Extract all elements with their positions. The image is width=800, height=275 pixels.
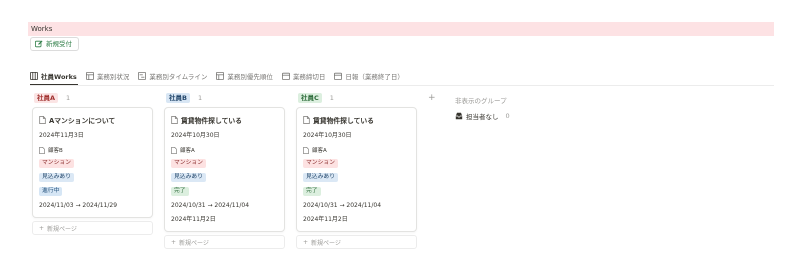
add-group-button[interactable]: +	[428, 93, 436, 103]
page-title: Works	[28, 22, 774, 36]
column-count: 1	[66, 93, 71, 102]
card-title: 賃貸物件探している	[171, 114, 278, 126]
tag-prospect: 見込みあり	[39, 173, 74, 182]
card-date-range: 2024/10/31 → 2024/11/04	[303, 202, 382, 209]
tag-property-type: マンション	[171, 159, 206, 168]
calendar-icon	[281, 72, 290, 80]
page-icon	[303, 116, 310, 124]
new-page-label: 新規ページ	[179, 239, 209, 247]
plus-icon: +	[39, 224, 45, 232]
card-date-range: 2024/11/03 → 2024/11/29	[39, 202, 118, 209]
new-intake-button[interactable]: 新規受付	[30, 37, 79, 51]
hidden-group-no-assignee[interactable]: 担当者なし 0	[455, 111, 510, 121]
new-page-button[interactable]: + 新規ページ	[164, 235, 285, 249]
card-title-text: 賃貸物件探している	[181, 117, 242, 125]
column-count: 1	[197, 93, 203, 102]
tab-status-by-task[interactable]: 業務別状況	[85, 69, 130, 83]
tab-staff-works[interactable]: 社員Works	[30, 69, 77, 83]
hidden-groups-label: 非表示のグループ	[455, 97, 507, 105]
board-column-staff-a: 社員A 1 Aマンションについて 2024年11月3日 顧客B マンション 見込…	[32, 92, 153, 235]
card-client: 顧客A	[303, 143, 410, 157]
tab-deadline[interactable]: 業務締切日	[281, 69, 326, 83]
tag-status: 完了	[303, 187, 321, 196]
plus-icon: +	[303, 238, 309, 246]
card-date: 2024年10月30日	[303, 132, 352, 139]
page-icon	[303, 146, 309, 154]
client-name: 顧客B	[48, 148, 63, 154]
column-tag[interactable]: 社員C	[298, 92, 322, 103]
card-date: 2024年10月30日	[171, 132, 220, 139]
no-assignee-count: 0	[505, 112, 510, 120]
column-header: 社員A 1	[32, 92, 153, 103]
card-title-text: Aマンションについて	[49, 117, 116, 125]
board-card[interactable]: 賃貸物件探している 2024年10月30日 顧客A マンション 見込みあり 完了…	[296, 107, 417, 232]
tag-property-type: マンション	[303, 159, 338, 168]
card-title: 賃貸物件探している	[303, 114, 410, 126]
column-header: 社員B 1	[164, 92, 285, 103]
tag-prospect: 見込みあり	[303, 173, 338, 182]
board-icon	[30, 72, 38, 80]
tab-timeline-by-task[interactable]: 業務別タイムライン	[138, 69, 207, 83]
column-tag[interactable]: 社員A	[34, 92, 59, 103]
card-client: 顧客A	[171, 143, 278, 157]
page-icon	[39, 146, 45, 154]
new-page-label: 新規ページ	[47, 225, 77, 233]
inbox-icon	[455, 112, 463, 120]
card-date-range: 2024/10/31 → 2024/11/04	[171, 202, 250, 209]
client-name: 顧客A	[180, 148, 195, 154]
card-client: 顧客B	[39, 143, 146, 157]
card-date: 2024年11月3日	[39, 132, 84, 139]
tab-priority-by-task[interactable]: 業務別優先順位	[216, 69, 273, 83]
board-card[interactable]: Aマンションについて 2024年11月3日 顧客B マンション 見込みあり 進行…	[32, 107, 153, 218]
view-tabs: 社員Works 業務別状況 業務別タイムライン 業務別優先順位 業務締切日 日報…	[30, 69, 404, 83]
column-tag[interactable]: 社員B	[166, 92, 190, 103]
board-card[interactable]: 賃貸物件探している 2024年10月30日 顧客A マンション 見込みあり 完了…	[164, 107, 285, 232]
tag-property-type: マンション	[39, 159, 74, 168]
page-icon	[39, 116, 46, 124]
tab-label: 業務別優先順位	[227, 73, 273, 81]
tab-daily-report[interactable]: 日報（業務終了日）	[334, 69, 404, 83]
card-title: Aマンションについて	[39, 114, 146, 126]
tab-label: 業務締切日	[292, 73, 326, 81]
tab-divider	[30, 85, 774, 86]
no-assignee-label: 担当者なし	[466, 113, 499, 121]
calendar-icon	[334, 72, 343, 80]
column-count: 1	[329, 93, 334, 102]
tag-prospect: 見込みあり	[171, 173, 206, 182]
board-column-staff-b: 社員B 1 賃貸物件探している 2024年10月30日 顧客A マンション 見込…	[164, 92, 285, 249]
column-header: 社員C 1	[296, 92, 417, 103]
page-icon	[171, 146, 177, 154]
tab-label: 日報（業務終了日）	[345, 73, 404, 81]
table-icon	[85, 72, 94, 80]
page-icon	[171, 116, 178, 124]
edit-icon	[35, 40, 43, 48]
tag-status: 進行中	[39, 187, 63, 196]
timeline-icon	[138, 72, 147, 80]
table-icon	[216, 72, 225, 80]
new-page-button[interactable]: + 新規ページ	[32, 221, 153, 235]
tab-label: 業務別状況	[96, 73, 130, 81]
card-title-text: 賃貸物件探している	[313, 117, 374, 125]
plus-icon: +	[171, 238, 177, 246]
card-end-date: 2024年11月2日	[303, 216, 348, 223]
card-end-date: 2024年11月2日	[171, 216, 216, 223]
tab-label: 業務別タイムライン	[149, 73, 208, 81]
new-page-button[interactable]: + 新規ページ	[296, 235, 417, 249]
new-page-label: 新規ページ	[311, 239, 341, 247]
new-intake-label: 新規受付	[46, 40, 72, 48]
client-name: 顧客A	[312, 148, 327, 154]
board-column-staff-c: 社員C 1 賃貸物件探している 2024年10月30日 顧客A マンション 見込…	[296, 92, 417, 249]
tag-status: 完了	[171, 187, 189, 196]
tab-label: 社員Works	[41, 73, 77, 81]
